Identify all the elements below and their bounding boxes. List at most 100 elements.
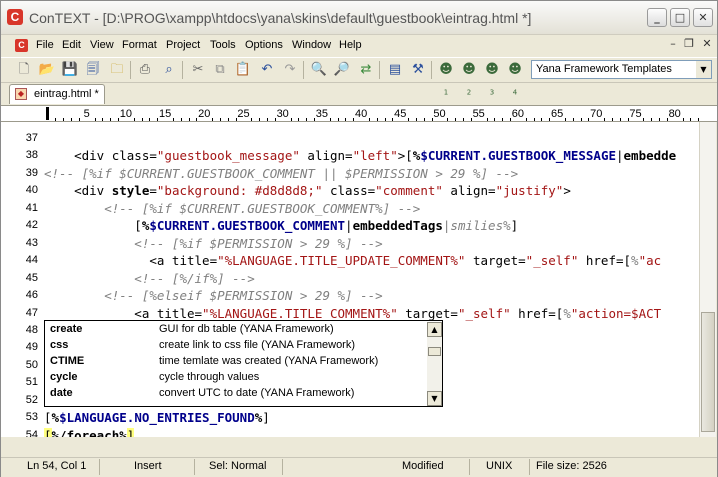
highlighter-select[interactable]: Yana Framework Templates ▼ — [531, 60, 712, 79]
ruler-tick — [219, 118, 221, 121]
line-number: 50 — [25, 358, 38, 371]
autocomplete-item[interactable]: css create link to css file (YANA Framewo… — [46, 338, 427, 354]
code-token: <a title= — [44, 253, 218, 269]
user-command-2-icon[interactable]: ☻2 — [460, 61, 478, 97]
mdi-close-icon[interactable]: ✕ — [700, 37, 714, 53]
menu-format[interactable]: Format — [122, 39, 157, 51]
find-next-icon[interactable]: 🔎 — [333, 61, 351, 79]
find-icon[interactable]: 🔍 — [310, 61, 328, 79]
new-file-icon[interactable]: 🗋 — [15, 61, 33, 79]
context-app-icon[interactable]: C — [7, 9, 23, 25]
code-token: > — [563, 183, 571, 199]
tools-icon[interactable]: ⚒ — [409, 61, 427, 79]
user-command-1-icon[interactable]: ☻1 — [437, 61, 455, 97]
code-token: "%LANGUAGE.TITLE_UPDATE_COMMENT%" — [217, 253, 466, 269]
autocomplete-scroll-thumb[interactable] — [428, 347, 441, 356]
code-line[interactable]: <a title="%LANGUAGE.TITLE_UPDATE_COMMENT… — [44, 253, 661, 268]
autocomplete-scrollbar[interactable]: ▲ ▼ — [427, 322, 442, 406]
autocomplete-item[interactable]: create GUI for db table (YANA Framework) — [46, 322, 427, 338]
ruler-tick — [259, 118, 261, 121]
status-selection: Sel: Normal — [209, 460, 267, 472]
file-properties-icon[interactable]: ▤ — [386, 61, 404, 79]
minimize-icon[interactable]: _ — [647, 8, 667, 27]
user-command-3-icon[interactable]: ☻3 — [483, 61, 501, 97]
save-all-icon[interactable]: 🗐 — [84, 61, 102, 79]
code-line[interactable]: [%$LANGUAGE.NO_ENTRIES_FOUND%] — [44, 410, 270, 425]
code-line[interactable]: <a title="%LANGUAGE.TITLE_COMMENT%" targ… — [44, 306, 661, 321]
mdi-minimize-icon[interactable]: – — [666, 37, 680, 53]
line-number: 47 — [25, 306, 38, 319]
menu-project[interactable]: Project — [166, 39, 200, 51]
ruler-tick — [651, 118, 653, 121]
copy-icon[interactable]: ⧉ — [211, 61, 229, 79]
ruler-tick — [502, 118, 504, 121]
open-folder-alt-icon[interactable]: 🗀 — [108, 61, 126, 79]
maximize-icon[interactable]: □ — [670, 8, 690, 27]
cut-icon[interactable]: ✂ — [189, 61, 207, 79]
save-icon[interactable]: 💾 — [61, 61, 79, 79]
code-token: "left" — [352, 148, 398, 164]
menu-view[interactable]: View — [90, 39, 114, 51]
code-token: ] — [126, 427, 135, 437]
mdi-restore-icon[interactable]: ❐ — [682, 37, 696, 53]
ruler-tick — [533, 118, 535, 121]
paste-icon[interactable]: 📋 — [234, 61, 252, 79]
menu-file[interactable]: File — [36, 39, 54, 51]
code-token: >[ — [397, 148, 413, 164]
scroll-down-icon[interactable]: ▼ — [427, 391, 442, 406]
close-icon[interactable]: ✕ — [693, 8, 713, 27]
code-token: href=[ — [510, 305, 564, 321]
code-line[interactable]: <!-- [%if $CURRENT.GUESTBOOK_COMMENT%] -… — [44, 201, 420, 216]
autocomplete-description: GUI for db table (YANA Framework) — [159, 323, 334, 335]
replace-icon[interactable]: ⇄ — [357, 61, 375, 79]
vertical-scrollbar[interactable] — [699, 122, 716, 437]
chevron-down-icon[interactable]: ▼ — [696, 61, 711, 78]
open-folder-icon[interactable]: 📂 — [38, 61, 56, 79]
toolbar-separator — [379, 61, 380, 79]
line-number: 37 — [25, 132, 38, 144]
autocomplete-item[interactable]: date convert UTC to date (YANA Framework) — [46, 386, 427, 402]
line-number-gutter: 37 38 39 40 41 42 43 44 45 46 47 48 49 50 51 52 53 54 — [1, 122, 39, 437]
autocomplete-item[interactable]: cycle cycle through values — [46, 370, 427, 386]
code-token: <!-- [%/if%] --> — [44, 270, 255, 286]
ruler-tick — [71, 118, 73, 121]
print-icon[interactable]: ⎙ — [136, 61, 154, 79]
ruler-tick — [698, 118, 700, 121]
scrollbar-thumb[interactable] — [701, 312, 715, 432]
autocomplete-popup[interactable]: create GUI for db table (YANA Framework) c… — [44, 320, 443, 407]
code-token: "%LANGUAGE.TITLE_COMMENT%" — [202, 305, 398, 321]
code-token: "justify" — [495, 183, 564, 199]
ruler-tick — [604, 118, 606, 121]
menu-tools[interactable]: Tools — [210, 39, 236, 51]
toolbar-separator — [182, 61, 183, 79]
autocomplete-item[interactable]: CTIME time temlate was created (YANA Fram… — [46, 354, 427, 370]
code-line[interactable]: <!-- [%if $PERMISSION > 29 %] --> — [44, 236, 382, 251]
line-number: 51 — [25, 376, 38, 389]
scroll-up-icon[interactable]: ▲ — [427, 322, 442, 337]
code-line[interactable]: <!-- [%if $CURRENT.GUESTBOOK_COMMENT || … — [44, 166, 518, 181]
document-menu-icon[interactable]: C — [15, 39, 28, 52]
ruler-tick — [494, 118, 496, 121]
code-line[interactable]: [%$CURRENT.GUESTBOOK_COMMENT|embeddedTag… — [44, 218, 518, 233]
code-line[interactable]: <!-- [%/if%] --> — [44, 270, 255, 286]
ruler-tick — [290, 118, 292, 121]
code-line[interactable]: [%/foreach%] — [44, 427, 135, 437]
menu-edit[interactable]: Edit — [62, 39, 81, 51]
menu-window[interactable]: Window — [292, 39, 331, 51]
redo-icon[interactable]: ↷ — [281, 61, 299, 79]
tab-eintrag-html[interactable]: ◆ eintrag.html * — [9, 84, 105, 104]
line-number: 39 — [25, 166, 38, 179]
code-line[interactable]: <div class="guestbook_message" align="le… — [44, 148, 676, 163]
undo-icon[interactable]: ↶ — [258, 61, 276, 79]
ruler-tick — [564, 118, 566, 121]
print-preview-icon[interactable]: ⌕ — [160, 61, 178, 79]
code-token: | — [345, 218, 353, 234]
code-line[interactable]: <div style="background: #d8d8d8;" class=… — [44, 183, 571, 198]
line-number: 43 — [25, 236, 38, 249]
ruler-tick — [455, 118, 457, 121]
status-separator — [282, 459, 283, 475]
menu-help[interactable]: Help — [339, 39, 362, 51]
code-line[interactable]: <!-- [%elseif $PERMISSION > 29 %] --> — [44, 288, 382, 303]
user-command-4-icon[interactable]: ☻4 — [506, 61, 524, 97]
menu-options[interactable]: Options — [245, 39, 283, 51]
